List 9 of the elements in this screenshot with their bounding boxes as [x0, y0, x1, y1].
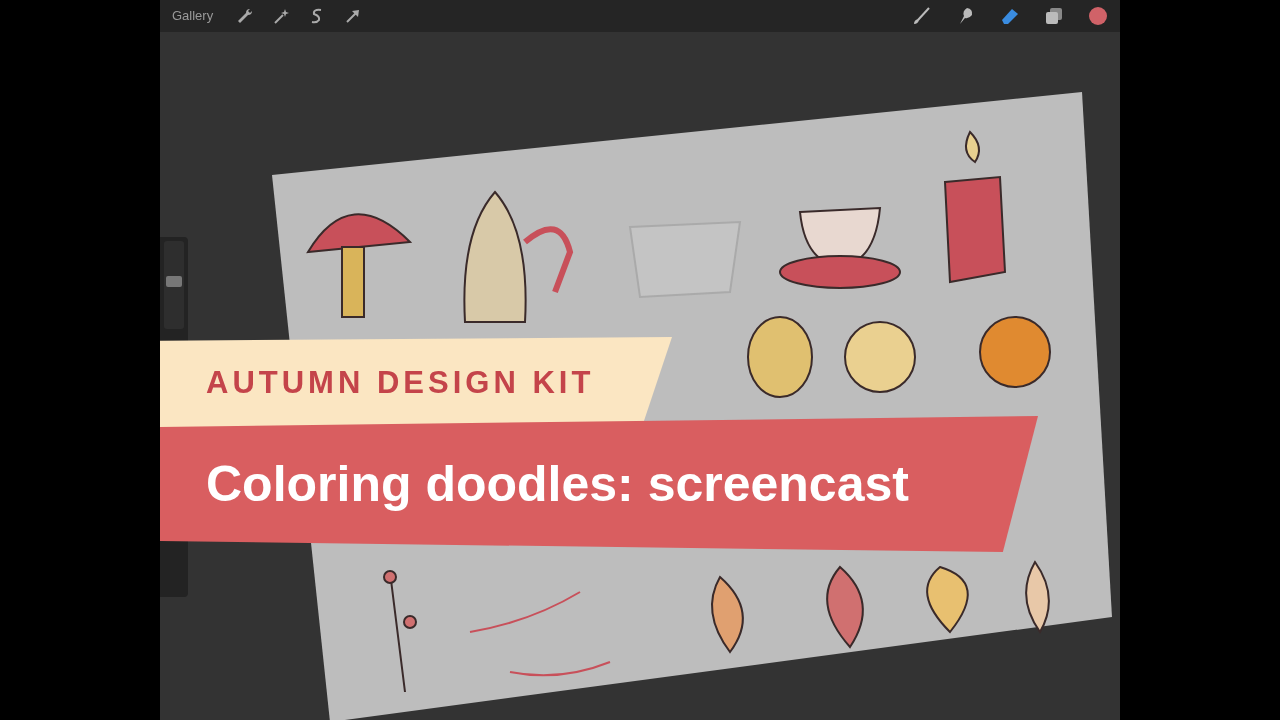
banner-subtitle: AUTUMN DESIGN KIT	[206, 363, 595, 402]
gallery-button[interactable]: Gallery	[172, 6, 220, 26]
brush-size-slider[interactable]	[164, 241, 184, 329]
layers-icon[interactable]	[1044, 6, 1064, 26]
eraser-icon[interactable]	[1000, 6, 1020, 26]
brush-icon[interactable]	[912, 6, 932, 26]
slider-thumb[interactable]	[166, 275, 182, 287]
banner-title: Coloring doodles: screencast	[206, 454, 909, 514]
color-swatch-icon[interactable]	[1088, 6, 1108, 26]
